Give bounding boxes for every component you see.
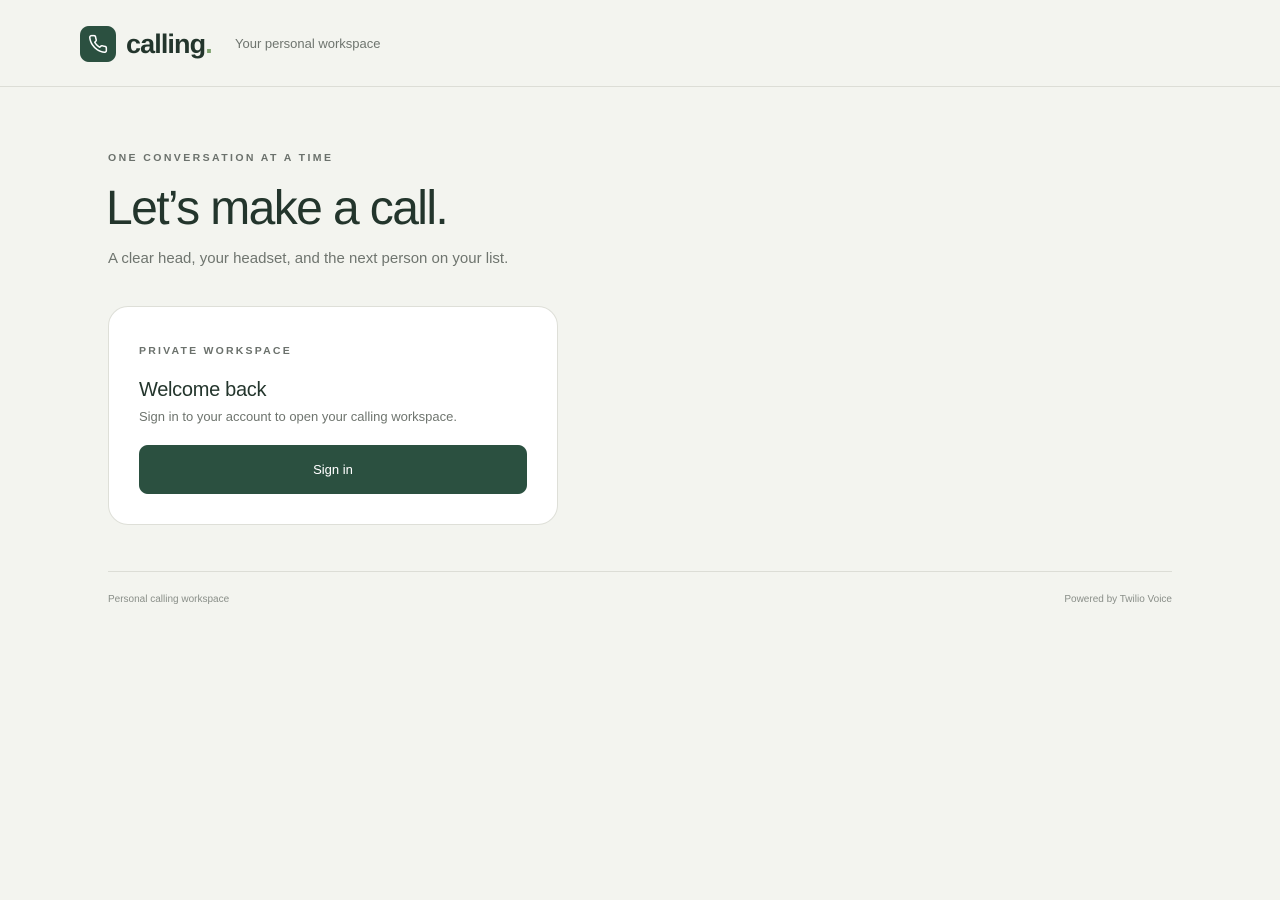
- sign-in-button[interactable]: Sign in: [139, 445, 527, 494]
- card-title: Welcome back: [139, 379, 267, 401]
- header-tagline: Your personal workspace: [235, 36, 381, 51]
- phone-icon: [89, 34, 108, 54]
- signin-card: PRIVATE WORKSPACE Welcome back Sign in t…: [108, 306, 558, 525]
- footer-divider: [108, 571, 1172, 572]
- card-eyebrow: PRIVATE WORKSPACE: [139, 345, 292, 357]
- footer-left-text: Personal calling workspace: [108, 594, 230, 605]
- logo-badge[interactable]: [80, 26, 116, 62]
- hero-eyebrow: ONE CONVERSATION AT A TIME: [108, 152, 334, 164]
- brand-name: calling: [126, 29, 206, 59]
- card-description: Sign in to your account to open your cal…: [139, 409, 457, 424]
- brand-dot: .: [205, 29, 212, 59]
- brand-logo-text[interactable]: calling.: [126, 28, 213, 60]
- page-title: Let’s make a call.: [106, 182, 449, 235]
- hero-subtitle: A clear head, your headset, and the next…: [108, 250, 509, 267]
- top-bar: calling. Your personal workspace: [0, 0, 1280, 87]
- footer-right-text: Powered by Twilio Voice: [1064, 594, 1172, 605]
